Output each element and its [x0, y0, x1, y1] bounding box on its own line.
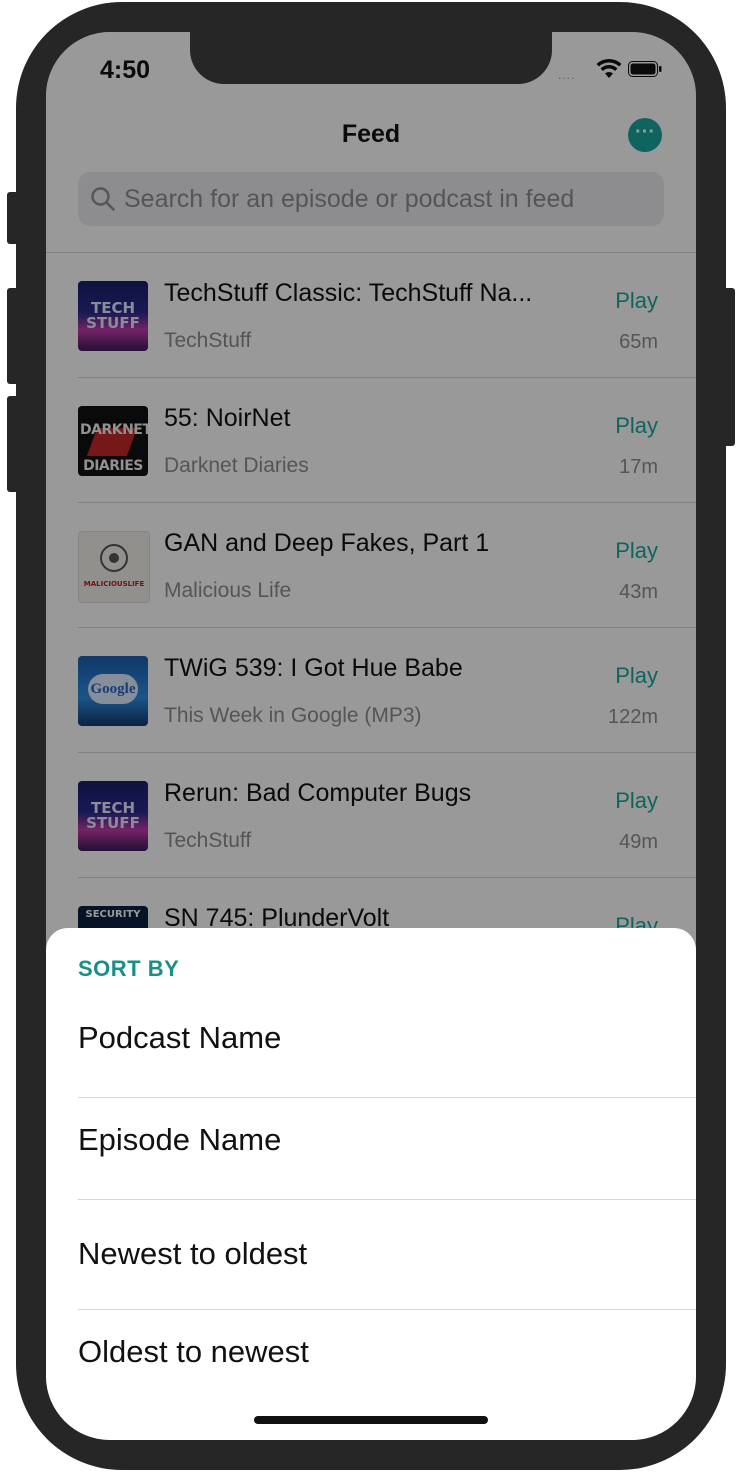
notch	[190, 32, 552, 84]
home-indicator[interactable]	[254, 1416, 488, 1424]
divider	[78, 1199, 696, 1200]
sort-option-label: Podcast Name	[78, 1020, 282, 1055]
sort-option-episode-name[interactable]: Episode Name	[78, 1098, 696, 1200]
sort-option-label: Oldest to newest	[78, 1334, 309, 1369]
sort-option-oldest-to-newest[interactable]: Oldest to newest	[78, 1310, 696, 1412]
sort-option-podcast-name[interactable]: Podcast Name	[78, 996, 696, 1098]
sort-option-newest-to-oldest[interactable]: Newest to oldest	[78, 1206, 696, 1310]
sort-option-label: Newest to oldest	[78, 1236, 308, 1271]
sort-option-label: Episode Name	[78, 1122, 282, 1157]
sort-sheet: SORT BY Podcast Name Episode Name Newest…	[46, 928, 696, 1440]
screen: 4:50 .... Feed ··· Search for an episode…	[46, 32, 696, 1440]
sheet-title: SORT BY	[78, 956, 180, 981]
